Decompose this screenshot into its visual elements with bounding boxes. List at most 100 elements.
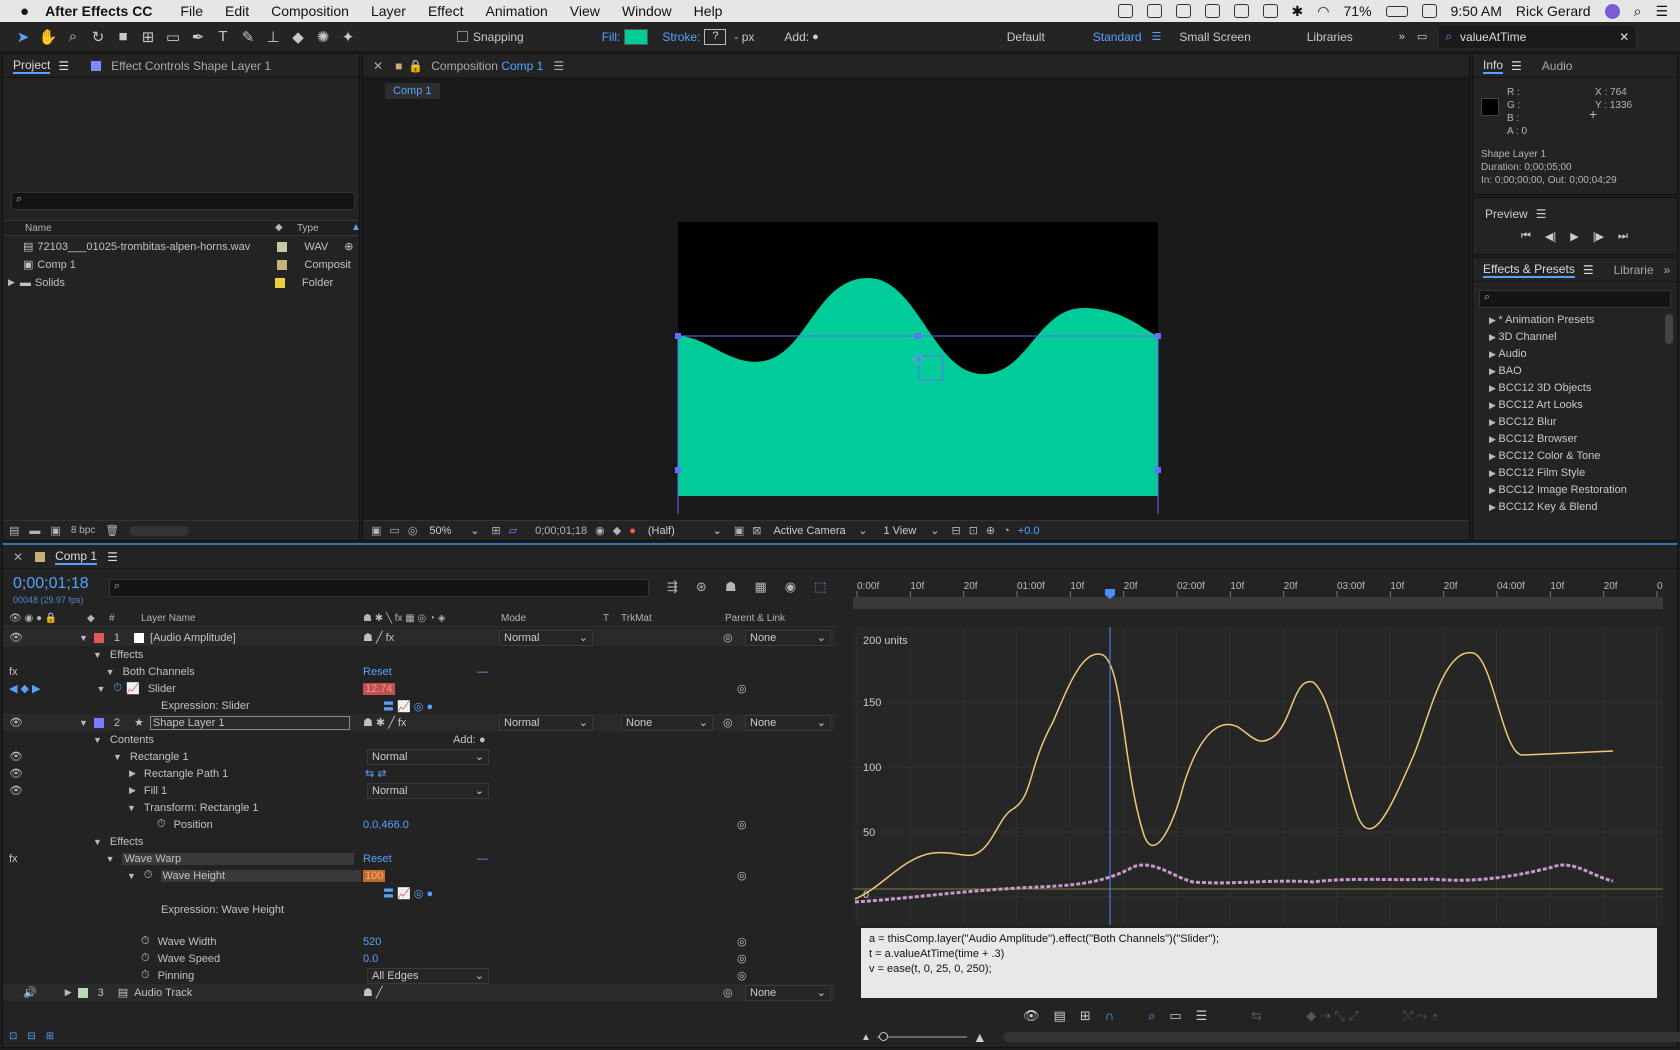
workspace-libraries[interactable]: Libraries (1307, 30, 1353, 44)
fill-label[interactable]: Fill: (602, 30, 621, 44)
new-comp-icon[interactable]: ▣ (50, 524, 60, 537)
bpc-label[interactable]: 8 bpc (71, 525, 95, 536)
layer-row-2[interactable]: 👁 ▼ 2 ★ Shape Layer 1 ☗ ✱ ╱ fx Normal ⌄ N… (3, 714, 835, 731)
edit-keyframe-icon[interactable]: ⇆ (1251, 1008, 1262, 1024)
transparency-icon[interactable]: ▱ (509, 524, 517, 537)
work-area-bar[interactable] (853, 597, 1663, 609)
zoom-handle[interactable] (878, 1032, 888, 1041)
wave-speed-value[interactable]: 0.0 (363, 953, 378, 965)
collapse-icon[interactable]: ▼ (79, 633, 88, 643)
stopwatch-icon[interactable]: ⏱ (144, 869, 153, 882)
workspace-small-screen[interactable]: Small Screen (1179, 30, 1250, 44)
tab-composition[interactable]: Composition Comp 1 (431, 59, 543, 73)
comp-viewer[interactable] (363, 102, 1469, 514)
effect-wave-warp[interactable]: fx ▼ Wave Warp Reset — (3, 850, 835, 867)
rotate-tool-icon[interactable]: ↻ (87, 26, 109, 48)
effects-scrollbar[interactable] (1665, 314, 1673, 344)
stopwatch-icon[interactable]: ⏱ (157, 818, 166, 831)
always-preview-icon[interactable]: ▣ (371, 524, 381, 537)
monitor-output-icon[interactable]: ▭ (389, 524, 399, 537)
close-tab-icon[interactable]: ✕ (373, 59, 383, 73)
snapshot-icon[interactable]: ◉ (595, 524, 605, 537)
about-link[interactable]: — (477, 853, 488, 865)
col-parent[interactable]: Parent & Link (725, 613, 785, 624)
comp-canvas[interactable] (363, 102, 1469, 514)
puppet-pin-tool-icon[interactable]: ✦ (337, 26, 359, 48)
spotlight-search-icon[interactable]: ⌕ (1634, 3, 1642, 20)
zoom-out-icon[interactable]: ▲ (861, 1032, 871, 1043)
layer-row-3[interactable]: 🔊 ▶ 3 ▤ Audio Track ☗ ╱ ◎ None ⌄ (3, 984, 835, 1001)
collapse-icon[interactable]: ▼ (106, 667, 115, 677)
stroke-label[interactable]: Stroke: (662, 30, 700, 44)
about-link[interactable]: — (477, 666, 488, 678)
col-trkmat[interactable]: TrkMat (621, 613, 652, 624)
clock[interactable]: 9:50 AM (1451, 3, 1502, 19)
exposure-value[interactable]: +0.0 (1018, 525, 1040, 537)
effect-both-channels[interactable]: fx ▼ Both Channels Reset — (3, 663, 835, 680)
expression-controls-icons[interactable]: 〓 📈 ◎ ● (383, 698, 433, 714)
contents-group[interactable]: ▼ Contents Add: ● (3, 731, 835, 748)
layer-name[interactable]: [Audio Amplitude] (150, 632, 236, 644)
toggle-pixel-icon[interactable]: ⊟ (951, 524, 960, 537)
timeline-timecode[interactable]: 0;00;01;18 (13, 575, 89, 593)
add-label[interactable]: Add: (453, 734, 476, 746)
timeline-search-input[interactable]: ⌕ (109, 579, 649, 597)
user-name[interactable]: Rick Gerard (1516, 3, 1591, 19)
reset-link[interactable]: Reset (363, 853, 392, 865)
tab-effect-controls[interactable]: Effect Controls Shape Layer 1 (101, 54, 281, 78)
wave-height-value[interactable]: 100 (363, 869, 386, 882)
property-slider[interactable]: ◀ ◆ ▶ ▼ ⏱ 📈 Slider 12.74 ◎ (3, 680, 835, 697)
layer-color[interactable] (77, 987, 88, 998)
fx-icon[interactable]: fx (9, 853, 18, 865)
menu-edit[interactable]: Edit (225, 3, 249, 19)
project-search-input[interactable]: ⌕ (11, 192, 355, 210)
prev-frame-icon[interactable]: ◀| (1545, 230, 1556, 243)
notification-center-icon[interactable]: ☰ (1655, 3, 1668, 20)
zoom-slider[interactable]: ▲ ▲ (861, 1029, 1680, 1045)
easy-ease-icon[interactable]: ⤲ ⤳ ⤴ (1403, 1008, 1438, 1024)
work-area-scroll[interactable] (1002, 1032, 1680, 1042)
col-type[interactable]: Type (297, 223, 319, 234)
new-folder-icon[interactable]: ▬ (29, 525, 40, 537)
effects-search-input[interactable]: ⌕ (1479, 290, 1671, 308)
project-item-solids[interactable]: ▶ ▬ Solids Folder (3, 274, 359, 291)
layer-name[interactable]: Shape Layer 1 (149, 715, 350, 730)
brush-tool-icon[interactable]: ✎ (237, 26, 259, 48)
workspace-default[interactable]: Default (1007, 30, 1045, 44)
visibility-icon[interactable]: 👁 (9, 767, 23, 780)
motion-blur-icon[interactable]: ◉ (785, 579, 796, 595)
reset-exposure-icon[interactable]: ⊡ (969, 524, 978, 537)
selection-tool-icon[interactable]: ➤ (12, 26, 34, 48)
eraser-tool-icon[interactable]: ◆ (287, 26, 309, 48)
pickwhip-icon[interactable]: ◎ (737, 935, 747, 948)
channels-icon[interactable]: ● (629, 525, 636, 537)
pickwhip-icon[interactable]: ◎ (737, 818, 747, 831)
comp-mini-flowchart-icon[interactable]: ⇶ (667, 579, 678, 595)
stopwatch-icon[interactable]: ⏱ (141, 935, 150, 948)
pickwhip-icon[interactable]: ◎ (737, 869, 747, 882)
path-direction-icons[interactable]: ⇆ ⇄ (365, 767, 387, 780)
frame-blending-icon[interactable]: ▦ (754, 579, 766, 595)
layer-switches[interactable]: ☗ ╱ (363, 986, 383, 999)
timing-toggle-icon[interactable]: ⊞ (46, 1031, 54, 1042)
workspace-menu-icon[interactable]: ☰ (1152, 30, 1162, 43)
flow-icon[interactable]: ⊕ (344, 240, 353, 253)
close-timeline-icon[interactable]: ✕ (13, 550, 23, 564)
pickwhip-icon[interactable]: ◎ (723, 716, 733, 729)
flowchart-icon[interactable]: ⊕ (986, 524, 995, 537)
user-avatar-icon[interactable] (1604, 3, 1620, 19)
fit-all-icon[interactable]: ▭ (1169, 1008, 1181, 1024)
graph-options-icon[interactable]: ▤ (1054, 1008, 1066, 1024)
fit-icon[interactable]: ⊞ (491, 524, 500, 537)
transform-box-icon[interactable]: ⊞ (1080, 1008, 1091, 1024)
apple-menu-icon[interactable]: ● (20, 3, 29, 20)
interpret-footage-icon[interactable]: ▤ (9, 524, 19, 537)
sort-icon[interactable]: ▲ (351, 222, 361, 233)
tab-timeline-comp[interactable]: Comp 1 ☰ (45, 545, 128, 569)
roto-brush-tool-icon[interactable]: ✺ (312, 26, 334, 48)
visibility-icon[interactable]: 👁 (9, 631, 23, 644)
effects-item[interactable]: ▶ BCC12 Key & Blend (1489, 501, 1597, 513)
fill-swatch[interactable] (624, 28, 649, 45)
expression-controls-wh[interactable]: 〓 📈 ◎ ● (3, 884, 835, 901)
app-menu[interactable]: After Effects CC (45, 3, 152, 19)
